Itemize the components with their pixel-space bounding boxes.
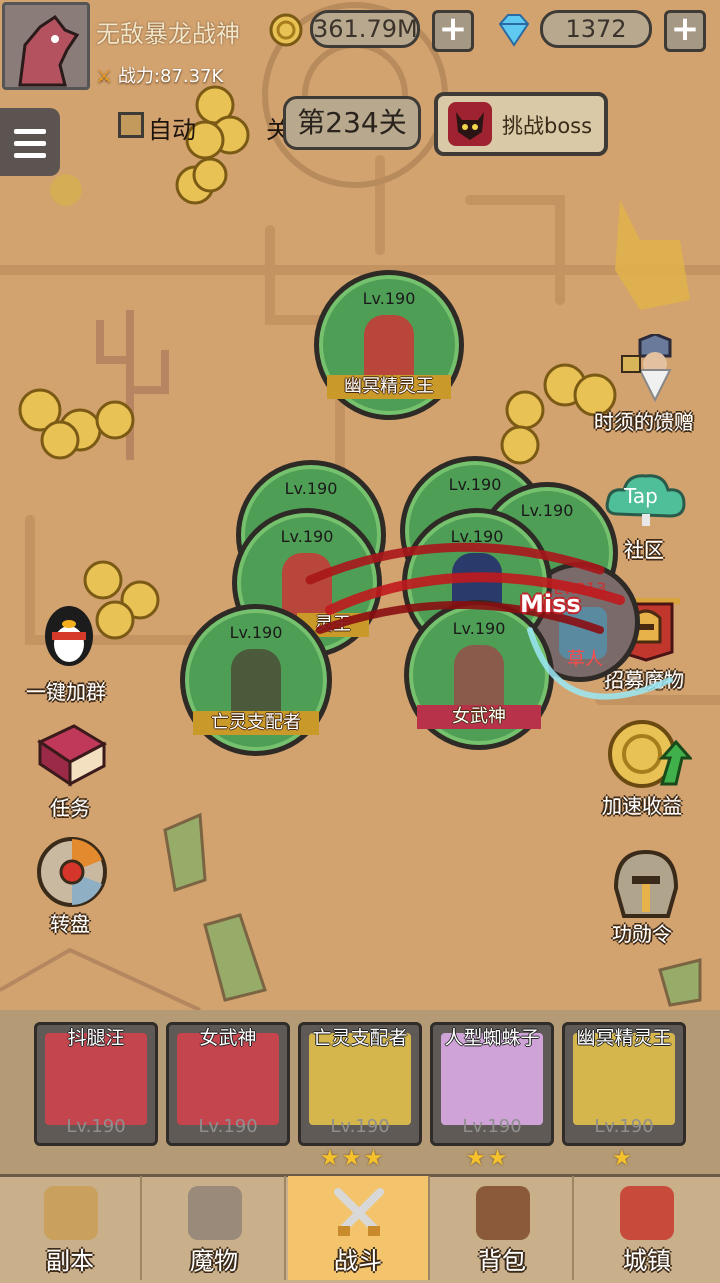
- join-group-button[interactable]: [38, 598, 100, 668]
- hero-name: 幽冥精灵王: [327, 375, 451, 399]
- auto-label: 自动关: [148, 110, 290, 145]
- tab-dungeon[interactable]: 副本: [0, 1176, 142, 1280]
- star-rating: ★★: [466, 1146, 510, 1171]
- add-gem-button[interactable]: +: [664, 10, 706, 52]
- player-avatar[interactable]: [2, 2, 90, 90]
- hero-figure: [231, 649, 281, 719]
- wheel-icon: [37, 837, 107, 907]
- party-card[interactable]: 女武神 Lv.190: [166, 1022, 290, 1146]
- tab-label: 魔物: [190, 1247, 238, 1275]
- wheel-label: 转盘: [50, 912, 90, 936]
- join-group-label: 一键加群: [26, 680, 106, 704]
- shop-icon: [620, 1186, 674, 1240]
- party-card[interactable]: 抖腿汪 Lv.190: [34, 1022, 158, 1146]
- crossed-swords-icon: [334, 1188, 384, 1236]
- power-icon: ⚔: [96, 66, 113, 87]
- party-card-level: Lv.190: [330, 1116, 390, 1137]
- add-gold-button[interactable]: +: [432, 10, 474, 52]
- hero-unit[interactable]: Lv.190 幽冥精灵王: [314, 270, 464, 420]
- party-card-level: Lv.190: [594, 1116, 654, 1137]
- tab-town[interactable]: 城镇: [576, 1176, 718, 1280]
- stage-level: 第234关: [283, 96, 421, 150]
- backpack-icon: [476, 1186, 530, 1240]
- tab-monsters[interactable]: 魔物: [144, 1176, 286, 1280]
- helmet-icon: [188, 1186, 242, 1240]
- gold-coin-icon: [269, 13, 303, 47]
- menu-button[interactable]: [0, 108, 60, 176]
- party-card-level: Lv.190: [198, 1116, 258, 1137]
- dragon-avatar-icon: [5, 5, 87, 87]
- party-card-name: 女武神: [199, 1027, 257, 1049]
- miss-text: Miss: [520, 590, 581, 618]
- tab-label: 背包: [478, 1247, 526, 1275]
- tap-badge: Tap: [624, 484, 658, 508]
- gift-button[interactable]: [618, 332, 692, 406]
- tab-label: 副本: [46, 1247, 94, 1275]
- party-card-level: Lv.190: [66, 1116, 126, 1137]
- wheel-button[interactable]: [36, 836, 108, 908]
- gem-amount: 1372: [540, 10, 652, 48]
- helmet-icon: [613, 849, 679, 918]
- gift-label: 时须的馈赠: [594, 410, 694, 434]
- dwarf-icon: [621, 332, 672, 403]
- party-card-name: 亡灵支配者: [312, 1027, 408, 1049]
- menu-line: [14, 153, 46, 158]
- quest-button[interactable]: [34, 722, 110, 788]
- challenge-boss-button[interactable]: 挑战boss: [434, 92, 608, 156]
- merit-label: 功勋令: [612, 922, 672, 946]
- boss-face-icon: [448, 102, 492, 146]
- player-name: 无敌暴龙战神: [96, 20, 240, 48]
- slash-effect: [305, 542, 673, 700]
- tab-battle[interactable]: 战斗: [288, 1176, 430, 1280]
- party-card-name: 抖腿汪: [67, 1027, 125, 1049]
- party-card[interactable]: 人型蜘蛛子 Lv.190: [430, 1022, 554, 1146]
- combat-power-value: 战力:87.37K: [117, 66, 224, 87]
- tab-label: 战斗: [334, 1247, 382, 1275]
- star-rating: ★: [612, 1146, 634, 1171]
- party-card[interactable]: 亡灵支配者 Lv.190: [298, 1022, 422, 1146]
- map-icon: [44, 1186, 98, 1240]
- party-card-name: 人型蜘蛛子: [444, 1027, 540, 1049]
- party-card[interactable]: 幽冥精灵王 Lv.190: [562, 1022, 686, 1146]
- book-icon: [36, 724, 108, 787]
- challenge-boss-label: 挑战boss: [502, 114, 593, 138]
- quest-label: 任务: [50, 796, 90, 820]
- combat-power: ⚔ 战力:87.37K: [96, 62, 223, 88]
- menu-line: [14, 141, 46, 146]
- hero-level: Lv.190: [362, 289, 416, 308]
- tab-backpack[interactable]: 背包: [432, 1176, 574, 1280]
- merit-button[interactable]: [608, 848, 684, 920]
- auto-label-text: 自动: [148, 116, 196, 144]
- auto-checkbox[interactable]: [118, 112, 144, 138]
- speed-up-label: 加速收益: [602, 794, 682, 818]
- penguin-icon: [45, 606, 93, 666]
- party-card-name: 幽冥精灵王: [576, 1027, 672, 1049]
- hero-level: Lv.190: [284, 479, 338, 498]
- gold-amount: 361.79M: [310, 10, 420, 48]
- party-card-level: Lv.190: [462, 1116, 522, 1137]
- diamond-icon: [498, 14, 530, 47]
- skull-decoration: [50, 174, 82, 206]
- miss-text-value: Miss: [520, 590, 581, 618]
- tab-label: 城镇: [623, 1247, 671, 1275]
- star-rating: ★★★: [320, 1146, 386, 1171]
- menu-line: [14, 129, 46, 134]
